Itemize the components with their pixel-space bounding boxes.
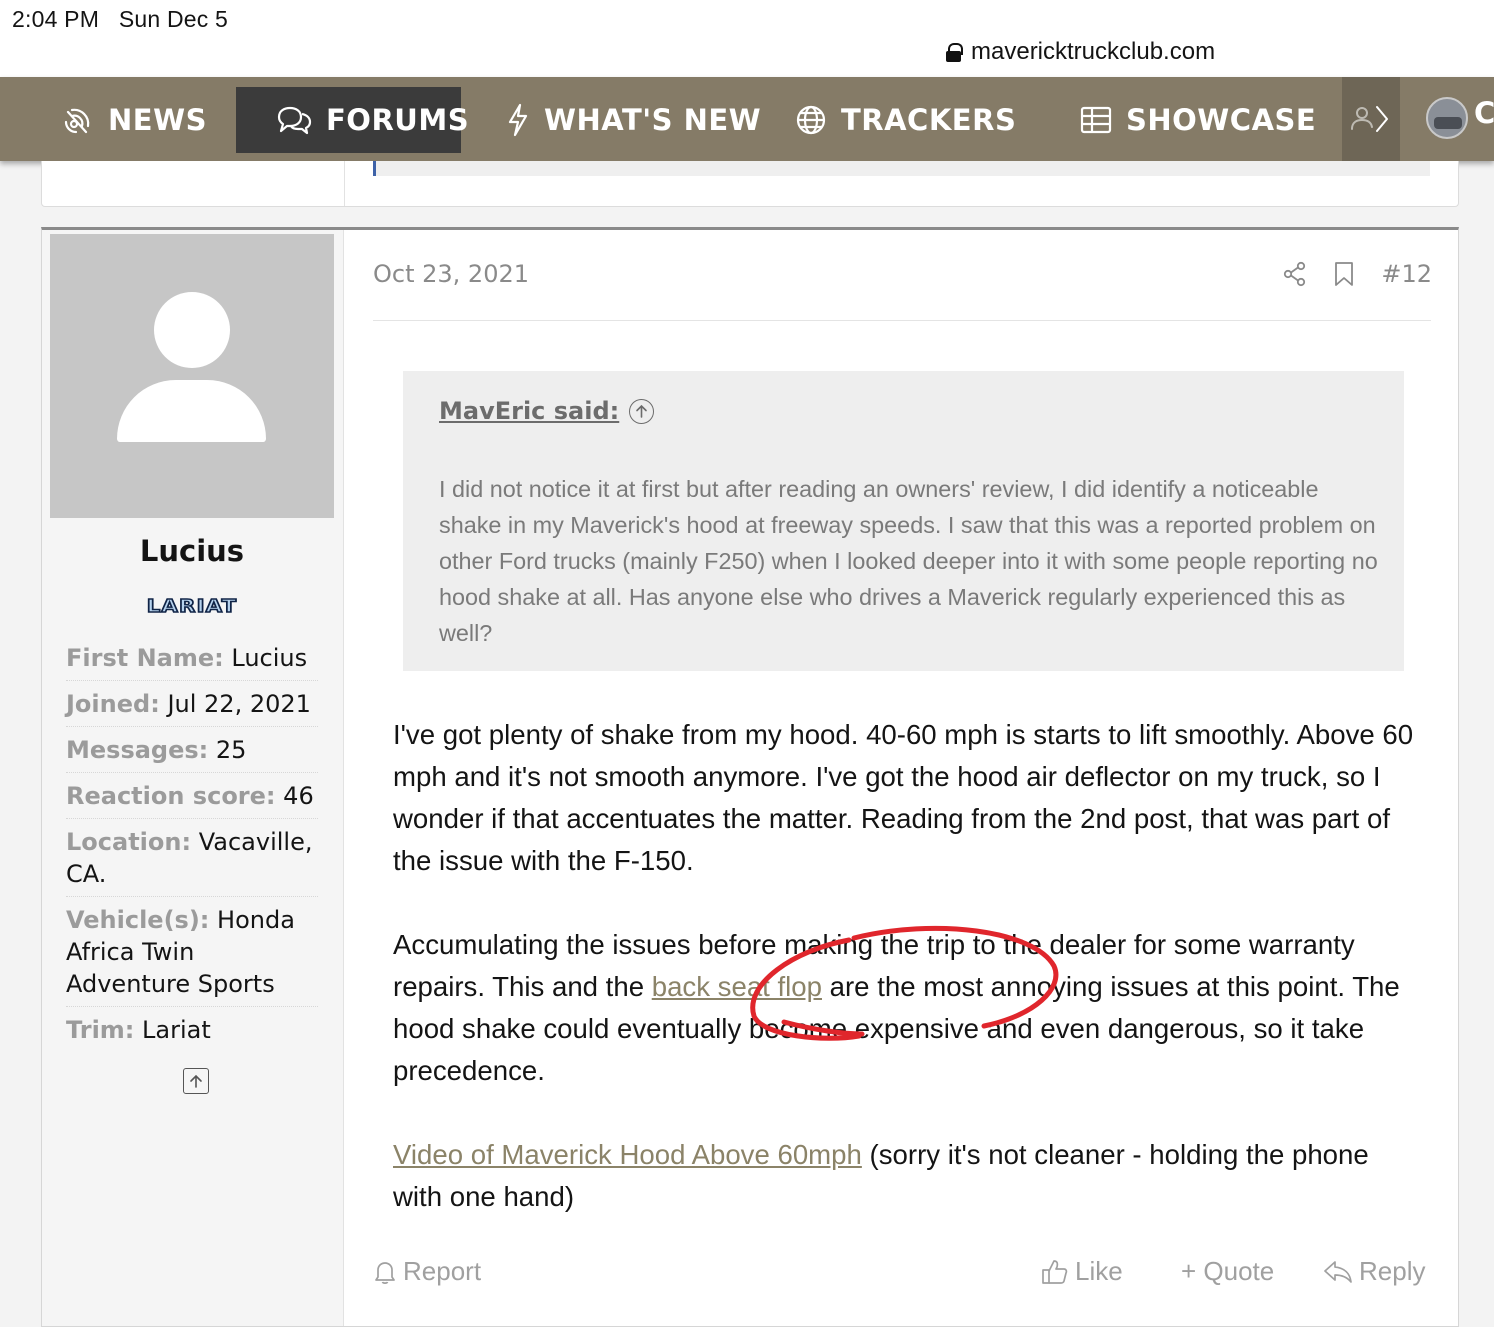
- info-messages: Messages: 25: [66, 734, 318, 773]
- nav-showcase[interactable]: SHOWCASE: [1080, 87, 1316, 153]
- info-key: Trim:: [66, 1016, 135, 1044]
- share-icon[interactable]: [1283, 261, 1307, 287]
- info-reaction-score: Reaction score: 46: [66, 780, 318, 819]
- post-paragraph-1: I've got plenty of shake from my hood. 4…: [393, 719, 1414, 876]
- post-paragraph-2: Accumulating the issues before making th…: [393, 924, 1423, 1092]
- arrow-up-icon: [190, 1074, 202, 1088]
- grid-icon: [1080, 106, 1112, 134]
- info-key: Vehicle(s):: [66, 906, 210, 934]
- globe-icon: [796, 105, 826, 135]
- nav-whats-new-label: WHAT'S NEW: [544, 103, 762, 137]
- bell-icon: [375, 1261, 395, 1284]
- post-content: Oct 23, 2021 #12 MavEric said: I did not…: [344, 230, 1460, 1326]
- quote-author: MavEric said:: [439, 397, 620, 425]
- previous-post: [41, 161, 1459, 207]
- reply-label: Reply: [1359, 1256, 1426, 1286]
- info-key: Location:: [66, 828, 192, 856]
- nav-forums-label: FORUMS: [326, 103, 470, 137]
- status-time: 2:04 PM Sun Dec 5: [12, 6, 229, 32]
- reply-button[interactable]: Reply: [1323, 1256, 1425, 1287]
- author-avatar[interactable]: [50, 234, 334, 518]
- back-seat-flop-link[interactable]: back seat flop: [652, 971, 822, 1002]
- url-text: mavericktruckclub.com: [971, 38, 1216, 65]
- go-to-quoted-icon[interactable]: [629, 398, 655, 424]
- previous-post-quote: [373, 161, 1430, 176]
- quote-button[interactable]: + Quote: [1181, 1256, 1274, 1287]
- lock-icon: [946, 42, 963, 62]
- nav-whats-new[interactable]: WHAT'S NEW: [506, 87, 761, 153]
- main-nav: NEWS FORUMS WHAT'S NEW TRACKERS SHOWCASE: [0, 77, 1494, 161]
- info-value: Jul 22, 2021: [167, 690, 311, 718]
- post-date[interactable]: Oct 23, 2021: [373, 260, 529, 288]
- bookmark-icon[interactable]: [1333, 261, 1355, 287]
- info-key: First Name:: [66, 644, 224, 672]
- post-paragraph-3: Video of Maverick Hood Above 60mph (sorr…: [393, 1134, 1423, 1218]
- post-number[interactable]: #12: [1381, 260, 1432, 288]
- quote-block: MavEric said: I did not notice it at fir…: [403, 371, 1404, 671]
- author-badge: LARIAT: [146, 595, 238, 618]
- nav-news[interactable]: NEWS: [62, 87, 207, 153]
- nav-news-label: NEWS: [108, 103, 207, 137]
- info-trim: Trim: Lariat: [66, 1014, 318, 1052]
- report-label: Report: [403, 1256, 482, 1286]
- avatar-body: [117, 380, 266, 442]
- status-bar: 2:04 PM Sun Dec 5 mavericktruckclub.com: [0, 0, 1494, 77]
- report-button[interactable]: Report: [373, 1256, 481, 1287]
- address-bar[interactable]: mavericktruckclub.com: [946, 38, 1215, 66]
- nav-trackers[interactable]: TRACKERS: [795, 87, 1016, 153]
- previous-post-divider: [344, 161, 345, 206]
- info-first-name: First Name: Lucius: [66, 642, 318, 681]
- info-value: 25: [215, 736, 247, 764]
- like-label: Like: [1075, 1256, 1123, 1286]
- like-button[interactable]: Like: [1041, 1256, 1123, 1287]
- forum-post: Lucius LARIAT First Name: Lucius Joined:…: [41, 227, 1459, 1327]
- info-value: 46: [283, 782, 314, 810]
- nav-trackers-label: TRACKERS: [841, 103, 1017, 137]
- post-header-divider: [373, 320, 1431, 321]
- scroll-up-button[interactable]: [183, 1068, 209, 1094]
- video-link[interactable]: Video of Maverick Hood Above 60mph: [393, 1139, 862, 1170]
- info-key: Messages:: [66, 736, 209, 764]
- nav-forums[interactable]: FORUMS: [236, 87, 469, 153]
- avatar-head: [154, 292, 230, 368]
- broadcast-icon: [64, 108, 90, 134]
- info-key: Joined:: [66, 690, 160, 718]
- bolt-icon: [508, 103, 528, 137]
- nav-scroll-right-button[interactable]: [1342, 77, 1400, 161]
- author-name[interactable]: Lucius: [42, 534, 342, 568]
- info-value: Lucius: [231, 644, 308, 672]
- info-location: Location: Vacaville, CA.: [66, 826, 318, 897]
- chat-bubbles-icon: [277, 106, 312, 135]
- user-avatar[interactable]: [1426, 97, 1468, 139]
- post-actions: Report Like + Quote Reply: [373, 1256, 1431, 1296]
- nav-overflow-label: C: [1474, 96, 1494, 130]
- members-arrow-icon: [1351, 106, 1388, 132]
- thumbs-up-icon: [1042, 1259, 1068, 1284]
- quote-author-link[interactable]: MavEric said:: [439, 397, 655, 425]
- info-value: Lariat: [142, 1016, 211, 1044]
- quote-label: + Quote: [1181, 1256, 1275, 1286]
- info-vehicles: Vehicle(s): Honda Africa Twin Adventure …: [66, 904, 318, 1007]
- nav-showcase-label: SHOWCASE: [1126, 103, 1317, 137]
- info-key: Reaction score:: [66, 782, 276, 810]
- post-tools: #12: [1283, 260, 1432, 288]
- reply-arrow-icon: [1324, 1260, 1352, 1283]
- author-pane: Lucius LARIAT First Name: Lucius Joined:…: [42, 230, 344, 1326]
- info-joined: Joined: Jul 22, 2021: [66, 688, 318, 727]
- quote-text: I did not notice it at first but after r…: [439, 476, 1378, 646]
